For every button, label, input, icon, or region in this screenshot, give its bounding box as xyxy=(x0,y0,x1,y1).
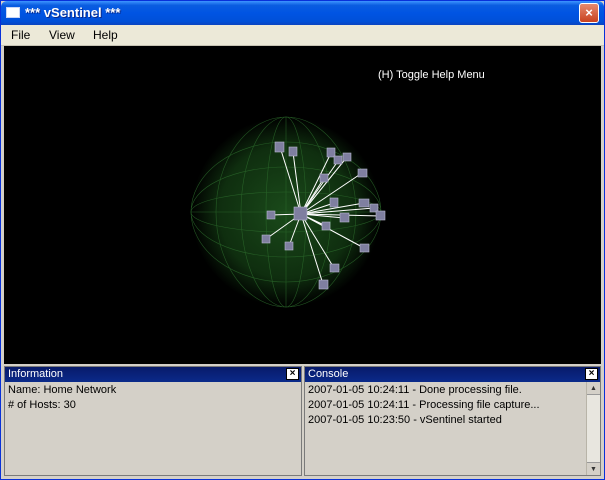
menu-file[interactable]: File xyxy=(11,28,30,42)
console-panel-body: 2007-01-05 10:24:11 - Done processing fi… xyxy=(305,382,600,475)
window-title: *** vSentinel *** xyxy=(25,5,121,20)
information-panel-title: Information xyxy=(8,368,64,380)
info-line: Name: Home Network xyxy=(8,384,117,396)
host-node xyxy=(321,221,331,231)
host-node xyxy=(333,155,343,165)
information-panel-header: Information × xyxy=(5,367,301,382)
scroll-up-icon[interactable]: ▲ xyxy=(587,382,600,395)
console-panel-title: Console xyxy=(308,368,349,380)
console-panel-header: Console × xyxy=(305,367,600,382)
console-scrollbar[interactable]: ▲ ▼ xyxy=(586,382,600,475)
window-close-button[interactable]: × xyxy=(579,3,599,23)
host-node xyxy=(319,173,329,183)
host-node xyxy=(357,168,368,178)
information-panel-close-button[interactable]: × xyxy=(286,368,299,380)
information-panel: Information × Name: Home Network # of Ho… xyxy=(4,366,302,476)
console-line: 2007-01-05 10:23:50 - vSentinel started xyxy=(308,414,502,426)
host-node xyxy=(318,279,329,290)
app-window: *** vSentinel *** × File View Help (H) T… xyxy=(0,0,605,480)
host-node xyxy=(274,141,285,153)
host-node xyxy=(288,146,298,157)
host-node xyxy=(375,210,386,221)
host-node xyxy=(266,210,276,220)
network-globe xyxy=(190,116,386,308)
host-node xyxy=(329,263,340,273)
menu-help[interactable]: Help xyxy=(93,28,118,42)
console-panel-close-button[interactable]: × xyxy=(585,368,598,380)
console-line: 2007-01-05 10:24:11 - Done processing fi… xyxy=(308,384,522,396)
host-node xyxy=(284,241,294,251)
host-node xyxy=(339,212,350,223)
title-bar[interactable]: *** vSentinel *** × xyxy=(1,1,604,25)
console-line: 2007-01-05 10:24:11 - Processing file ca… xyxy=(308,399,540,411)
host-node xyxy=(261,234,271,244)
host-node xyxy=(358,198,370,208)
host-node xyxy=(326,147,336,158)
info-line: # of Hosts: 30 xyxy=(8,399,76,411)
scroll-down-icon[interactable]: ▼ xyxy=(587,462,600,475)
information-panel-body: Name: Home Network # of Hosts: 30 xyxy=(5,382,301,475)
menu-bar: File View Help xyxy=(1,25,604,46)
host-node xyxy=(329,197,339,208)
console-panel: Console × 2007-01-05 10:24:11 - Done pro… xyxy=(304,366,601,476)
network-visualization[interactable]: (H) Toggle Help Menu xyxy=(4,46,601,364)
host-node xyxy=(342,152,352,162)
host-node-hub xyxy=(293,206,308,221)
app-icon xyxy=(6,7,20,18)
host-node xyxy=(359,243,370,253)
menu-view[interactable]: View xyxy=(49,28,75,42)
